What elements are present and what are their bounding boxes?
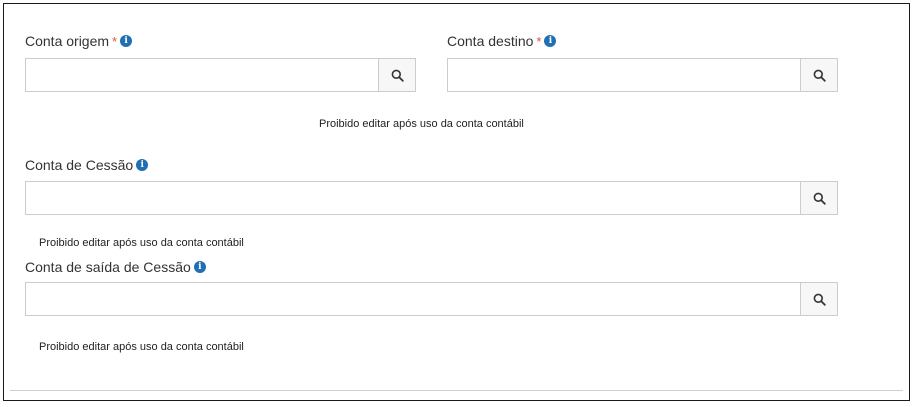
conta-cessao-label: Conta de Cessão i	[25, 157, 149, 173]
conta-destino-input-group	[447, 58, 838, 92]
search-icon	[391, 69, 404, 82]
conta-saida-cessao-input-group	[25, 282, 838, 316]
conta-saida-cessao-label: Conta de saída de Cessão i	[25, 259, 206, 275]
conta-cessao-input[interactable]	[25, 181, 800, 215]
conta-destino-search-button[interactable]	[800, 58, 838, 92]
search-icon	[813, 192, 826, 205]
help-text-cessao: Proibido editar após uso da conta contáb…	[39, 237, 244, 249]
conta-cessao-input-group	[25, 181, 838, 215]
help-text-saida-cessao: Proibido editar após uso da conta contáb…	[39, 341, 244, 353]
conta-origem-label: Conta origem * i	[25, 33, 133, 49]
help-text-origem-destino: Proibido editar após uso da conta contáb…	[319, 118, 524, 130]
required-marker: *	[112, 33, 118, 49]
conta-saida-cessao-search-button[interactable]	[800, 282, 838, 316]
conta-origem-search-button[interactable]	[378, 58, 416, 92]
conta-origem-input-group	[25, 58, 416, 92]
search-icon	[813, 293, 826, 306]
conta-cessao-search-button[interactable]	[800, 181, 838, 215]
info-circle-icon[interactable]: i	[120, 35, 133, 47]
conta-destino-label-text: Conta destino	[447, 33, 534, 49]
conta-saida-cessao-input[interactable]	[25, 282, 800, 316]
conta-cessao-label-text: Conta de Cessão	[25, 157, 134, 173]
search-icon	[813, 69, 826, 82]
conta-origem-label-text: Conta origem	[25, 33, 110, 49]
info-circle-icon[interactable]: i	[136, 159, 149, 171]
info-circle-icon[interactable]: i	[544, 35, 557, 47]
conta-destino-label: Conta destino * i	[447, 33, 557, 49]
panel-divider	[10, 390, 903, 391]
conta-origem-input[interactable]	[25, 58, 378, 92]
conta-destino-input[interactable]	[447, 58, 800, 92]
info-circle-icon[interactable]: i	[193, 261, 206, 273]
required-marker: *	[536, 33, 542, 49]
conta-saida-cessao-label-text: Conta de saída de Cessão	[25, 259, 191, 275]
